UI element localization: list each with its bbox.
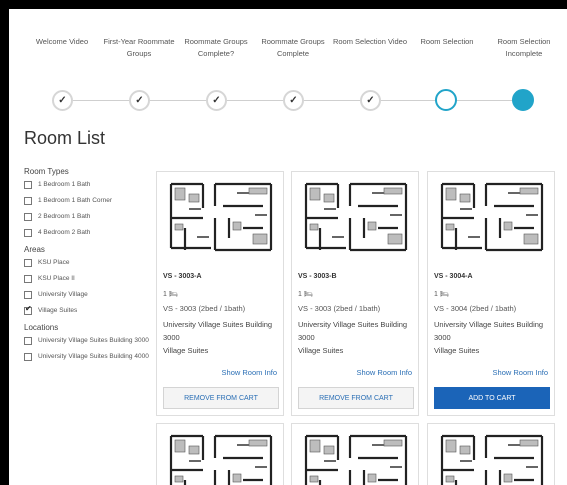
filter-option-label: University Village Suites Building 3000	[38, 337, 149, 344]
checkbox[interactable]	[24, 353, 32, 361]
filter-option[interactable]: University Village Suites Building 3000	[24, 337, 149, 345]
filter-option[interactable]: Village Suites	[24, 305, 149, 315]
step-6-current-icon[interactable]	[435, 89, 457, 111]
step-label-1: Welcome Video	[35, 37, 89, 46]
checkbox[interactable]	[24, 213, 32, 221]
step-label-7: Room Selection Incomplete	[497, 37, 551, 58]
step-5-check-icon[interactable]: ✓	[360, 90, 381, 111]
areas-filter: Areas KSU Place KSU Place II University …	[24, 245, 149, 315]
room-building: University Village Suites Building 3000	[298, 320, 408, 342]
filter-option[interactable]: University Village Suites Building 4000	[24, 353, 149, 361]
checkbox[interactable]	[24, 259, 32, 267]
room-code: VS - 3003-B	[298, 273, 337, 280]
room-code: VS - 3003-A	[163, 273, 202, 280]
bed-icon: 🛏	[439, 291, 449, 298]
checkbox[interactable]	[24, 229, 32, 237]
check-icon: ✓	[58, 94, 67, 106]
filter-heading: Room Types	[24, 167, 69, 176]
check-icon: ✓	[289, 94, 298, 106]
check-icon: ✓	[212, 94, 221, 106]
check-icon: ✓	[366, 94, 375, 106]
step-label-3: Roommate Groups Complete?	[184, 37, 248, 58]
bed-count: 1 🛏	[298, 291, 313, 298]
filter-option[interactable]: University Village	[24, 291, 149, 299]
room-type: VS - 3004 (2bed / 1bath)	[434, 304, 517, 313]
step-label-4: Roommate Groups Complete	[261, 37, 325, 58]
room-card	[156, 423, 284, 485]
floor-plan-image	[163, 178, 279, 256]
filter-option[interactable]: 2 Bedroom 1 Bath	[24, 213, 149, 221]
room-building: University Village Suites Building 3000	[163, 320, 273, 342]
step-4-check-icon[interactable]: ✓	[283, 90, 304, 111]
step-label-5: Room Selection Video	[332, 37, 408, 46]
floor-plan-image	[298, 430, 414, 485]
checkbox[interactable]	[24, 275, 32, 283]
filter-option-label: 4 Bedroom 2 Bath	[38, 229, 91, 236]
room-card: VS - 3003-A 1 🛏 VS - 3003 (2bed / 1bath)…	[156, 171, 284, 416]
room-area: Village Suites	[163, 346, 209, 355]
filter-option-label: 1 Bedroom 1 Bath	[38, 181, 91, 188]
locations-filter: Locations University Village Suites Buil…	[24, 323, 149, 361]
filter-option-label: 1 Bedroom 1 Bath Corner	[38, 197, 113, 204]
floor-plan-image	[298, 178, 414, 256]
room-type: VS - 3003 (2bed / 1bath)	[163, 304, 246, 313]
page-frame: Welcome Video First-Year Roommate Groups…	[9, 9, 567, 485]
checkbox[interactable]	[24, 197, 32, 205]
room-code: VS - 3004-A	[434, 273, 473, 280]
remove-from-cart-button[interactable]: REMOVE FROM CART	[298, 387, 414, 409]
checkbox[interactable]	[24, 181, 32, 189]
bed-count: 1 🛏	[434, 291, 449, 298]
filter-option[interactable]: KSU Place	[24, 259, 149, 267]
step-label-6: Room Selection	[420, 37, 474, 46]
show-room-info-link[interactable]: Show Room Info	[357, 368, 412, 377]
filter-option[interactable]: 4 Bedroom 2 Bath	[24, 229, 149, 237]
filter-option-label: KSU Place	[38, 259, 70, 266]
bed-icon: 🛏	[303, 291, 313, 298]
step-7-filled-icon[interactable]	[512, 89, 534, 111]
step-1-check-icon[interactable]: ✓	[52, 90, 73, 111]
checkbox[interactable]	[24, 291, 32, 299]
filter-option-label: Village Suites	[38, 307, 78, 314]
room-card: VS - 3003-B 1 🛏 VS - 3003 (2bed / 1bath)…	[291, 171, 419, 416]
room-building: University Village Suites Building 3000	[434, 320, 544, 342]
checkbox[interactable]	[24, 337, 32, 345]
filter-option[interactable]: 1 Bedroom 1 Bath	[24, 181, 149, 189]
checkbox-checked[interactable]	[24, 305, 32, 315]
floor-plan-image	[434, 430, 550, 485]
filter-heading: Areas	[24, 245, 45, 254]
filter-option-label: KSU Place II	[38, 275, 75, 282]
show-room-info-link[interactable]: Show Room Info	[493, 368, 548, 377]
progress-stepper: Welcome Video First-Year Roommate Groups…	[9, 9, 567, 129]
show-room-info-link[interactable]: Show Room Info	[222, 368, 277, 377]
room-area: Village Suites	[298, 346, 344, 355]
bed-count: 1 🛏	[163, 291, 178, 298]
filter-sidebar: Room Types 1 Bedroom 1 Bath 1 Bedroom 1 …	[24, 167, 149, 369]
step-2-check-icon[interactable]: ✓	[129, 90, 150, 111]
room-area: Village Suites	[434, 346, 480, 355]
step-label-2: First-Year Roommate Groups	[103, 37, 175, 58]
filter-option-label: 2 Bedroom 1 Bath	[38, 213, 91, 220]
filter-option-label: University Village	[38, 291, 88, 298]
floor-plan-image	[163, 430, 279, 485]
filter-option[interactable]: KSU Place II	[24, 275, 149, 283]
step-3-check-icon[interactable]: ✓	[206, 90, 227, 111]
filter-option[interactable]: 1 Bedroom 1 Bath Corner	[24, 197, 149, 205]
bed-icon: 🛏	[168, 291, 178, 298]
filter-heading: Locations	[24, 323, 59, 332]
remove-from-cart-button[interactable]: REMOVE FROM CART	[163, 387, 279, 409]
room-card	[427, 423, 555, 485]
add-to-cart-button[interactable]: ADD TO CART	[434, 387, 550, 409]
page-title: Room List	[24, 128, 106, 148]
room-types-filter: Room Types 1 Bedroom 1 Bath 1 Bedroom 1 …	[24, 167, 149, 237]
floor-plan-image	[434, 178, 550, 256]
filter-option-label: University Village Suites Building 4000	[38, 353, 149, 360]
room-card	[291, 423, 419, 485]
check-icon: ✓	[135, 94, 144, 106]
room-type: VS - 3003 (2bed / 1bath)	[298, 304, 381, 313]
room-card: VS - 3004-A 1 🛏 VS - 3004 (2bed / 1bath)…	[427, 171, 555, 416]
